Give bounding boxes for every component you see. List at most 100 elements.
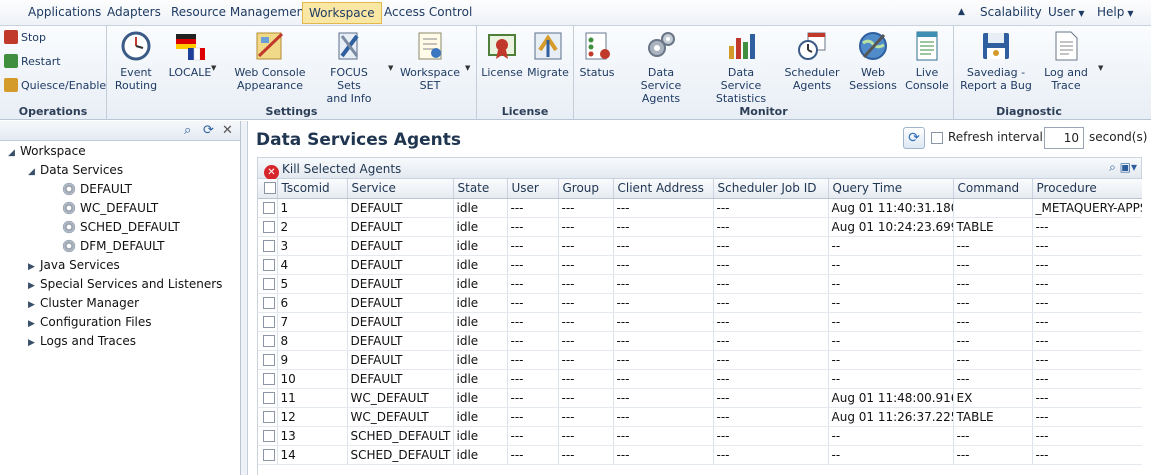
row-checkbox[interactable] <box>263 239 275 252</box>
expanded-icon[interactable]: ◢ <box>8 144 20 163</box>
row-select-cell[interactable] <box>258 331 278 351</box>
row-select-cell[interactable] <box>258 350 278 370</box>
row-checkbox[interactable] <box>263 334 275 347</box>
quiesce-enable-button[interactable]: Quiesce/Enable <box>4 76 106 96</box>
row-select-cell[interactable] <box>258 236 278 256</box>
table-row[interactable]: 4 DEFAULT idle --- --- --- --- -- --- --- <box>258 255 1142 275</box>
row-select-cell[interactable] <box>258 388 278 408</box>
table-row[interactable]: 14 SCHED_DEFAULT idle --- --- --- --- -- --- --- <box>258 445 1142 465</box>
chevron-down-icon[interactable]: ▼ <box>388 62 393 75</box>
collapse-ribbon-icon[interactable]: ▲ <box>952 2 971 24</box>
tree-item-special-services[interactable]: ▶ Special Services and Listeners <box>28 275 222 294</box>
row-select-cell[interactable] <box>258 369 278 389</box>
stop-button[interactable]: Stop <box>4 28 46 48</box>
row-select-cell[interactable] <box>258 198 278 218</box>
tree-item-data-services[interactable]: ◢ Data Services <box>28 161 123 180</box>
table-row[interactable]: 1 DEFAULT idle --- --- --- --- Aug 01 11:40:31.… <box>258 198 1142 218</box>
row-select-cell[interactable] <box>258 217 278 237</box>
column-header[interactable]: Service <box>347 179 454 199</box>
menu-access-control[interactable]: Access Control <box>378 2 478 24</box>
kill-selected-agents-button[interactable]: ✕ Kill Selected Agents <box>264 160 401 180</box>
menu-user[interactable]: User ▼ <box>1042 2 1091 24</box>
license-button[interactable]: License <box>481 30 523 79</box>
grid-view-icon[interactable]: ▣▾ <box>1120 160 1137 174</box>
migrate-button[interactable]: Migrate <box>527 30 569 79</box>
tree-item-workspace[interactable]: ◢ Workspace <box>8 142 86 161</box>
tree-item-configuration-files[interactable]: ▶ Configuration Files <box>28 313 152 332</box>
tree-item-java-services[interactable]: ▶ Java Services <box>28 256 120 275</box>
table-row[interactable]: 13 SCHED_DEFAULT idle --- --- --- --- -- --- --- <box>258 426 1142 446</box>
select-all-checkbox[interactable] <box>264 182 276 195</box>
column-header[interactable]: Command <box>953 179 1033 199</box>
table-row[interactable]: 8 DEFAULT idle --- --- --- --- -- --- --- <box>258 331 1142 351</box>
chevron-down-icon[interactable]: ▼ <box>211 62 216 75</box>
table-row[interactable]: 12 WC_DEFAULT idle --- --- --- --- Aug 01 11:26… <box>258 407 1142 427</box>
chevron-down-icon[interactable]: ▼ <box>465 62 470 75</box>
table-row[interactable]: 5 DEFAULT idle --- --- --- --- -- --- --- <box>258 274 1142 294</box>
close-icon[interactable]: ✕ <box>222 123 233 138</box>
column-header[interactable]: Scheduler Job ID <box>713 179 829 199</box>
savediag-button[interactable]: Savediag - Report a Bug <box>960 30 1032 92</box>
row-checkbox[interactable] <box>263 372 275 385</box>
table-row[interactable]: 3 DEFAULT idle --- --- --- --- -- --- --- <box>258 236 1142 256</box>
tree-item-agent[interactable]: DFM_DEFAULT <box>62 237 164 256</box>
row-select-cell[interactable] <box>258 426 278 446</box>
row-checkbox[interactable] <box>263 391 275 404</box>
web-sessions-button[interactable]: Web Sessions <box>848 30 898 92</box>
row-select-cell[interactable] <box>258 274 278 294</box>
column-header[interactable]: User <box>507 179 559 199</box>
row-select-cell[interactable] <box>258 293 278 313</box>
panel-splitter[interactable] <box>241 121 248 475</box>
data-service-agents-button[interactable]: Data Service Agents <box>622 30 700 105</box>
focus-sets-button[interactable]: FOCUS Sets and Info ▼ <box>318 30 393 105</box>
table-row[interactable]: 6 DEFAULT idle --- --- --- --- -- --- --- <box>258 293 1142 313</box>
row-checkbox[interactable] <box>263 220 275 233</box>
tree-item-cluster-manager[interactable]: ▶ Cluster Manager <box>28 294 139 313</box>
workspace-set-button[interactable]: Workspace SET ▼ <box>399 30 470 92</box>
refresh-icon[interactable]: ⟳ <box>203 123 214 138</box>
tree-item-logs-and-traces[interactable]: ▶ Logs and Traces <box>28 332 136 351</box>
row-checkbox[interactable] <box>263 201 275 214</box>
table-row[interactable]: 9 DEFAULT idle --- --- --- --- -- --- --- <box>258 350 1142 370</box>
row-checkbox[interactable] <box>263 429 275 442</box>
menu-workspace[interactable]: Workspace <box>302 2 382 24</box>
data-service-statistics-button[interactable]: Data Service Statistics <box>708 30 774 105</box>
tree-item-agent[interactable]: DEFAULT <box>62 180 132 199</box>
tree-item-agent[interactable]: SCHED_DEFAULT <box>62 218 180 237</box>
refresh-interval-input[interactable]: 10 <box>1044 127 1084 149</box>
row-checkbox[interactable] <box>263 410 275 423</box>
live-console-button[interactable]: Live Console <box>904 30 950 92</box>
row-checkbox[interactable] <box>263 258 275 271</box>
row-select-cell[interactable] <box>258 255 278 275</box>
binoculars-icon[interactable]: ⌕ <box>184 123 191 138</box>
menu-help[interactable]: Help ▼ <box>1091 2 1140 24</box>
row-select-cell[interactable] <box>258 445 278 465</box>
table-row[interactable]: 2 DEFAULT idle --- --- --- --- Aug 01 10:24:23.… <box>258 217 1142 237</box>
menu-resource-management[interactable]: Resource Management <box>165 2 315 24</box>
event-routing-button[interactable]: Event Routing <box>113 30 159 92</box>
column-header[interactable]: State <box>453 179 508 199</box>
row-select-cell[interactable] <box>258 312 278 332</box>
collapsed-icon[interactable]: ▶ <box>28 334 40 353</box>
table-row[interactable]: 10 DEFAULT idle --- --- --- --- -- --- --- <box>258 369 1142 389</box>
binoculars-icon[interactable]: ⌕ <box>1109 160 1116 174</box>
refresh-button[interactable]: ⟳ <box>903 127 925 149</box>
select-all-header[interactable] <box>258 179 278 199</box>
column-header[interactable]: Procedure <box>1032 179 1142 199</box>
row-checkbox[interactable] <box>263 277 275 290</box>
column-header[interactable]: Query Time <box>828 179 954 199</box>
expanded-icon[interactable]: ◢ <box>28 163 40 182</box>
column-header[interactable]: Tscomid <box>277 179 348 199</box>
menu-adapters[interactable]: Adapters <box>101 2 167 24</box>
table-row[interactable]: 7 DEFAULT idle --- --- --- --- -- --- --- <box>258 312 1142 332</box>
row-checkbox[interactable] <box>263 296 275 309</box>
row-checkbox[interactable] <box>263 448 275 461</box>
row-checkbox[interactable] <box>263 353 275 366</box>
log-and-trace-button[interactable]: Log and Trace ▼ <box>1042 30 1103 92</box>
chevron-down-icon[interactable]: ▼ <box>1098 62 1103 75</box>
column-header[interactable]: Group <box>558 179 614 199</box>
table-row[interactable]: 11 WC_DEFAULT idle --- --- --- --- Aug 01 11:48… <box>258 388 1142 408</box>
scheduler-agents-button[interactable]: Scheduler Agents <box>784 30 840 92</box>
locale-button[interactable]: LOCALE ▼ <box>165 30 216 79</box>
menu-applications[interactable]: Applications <box>22 2 107 24</box>
